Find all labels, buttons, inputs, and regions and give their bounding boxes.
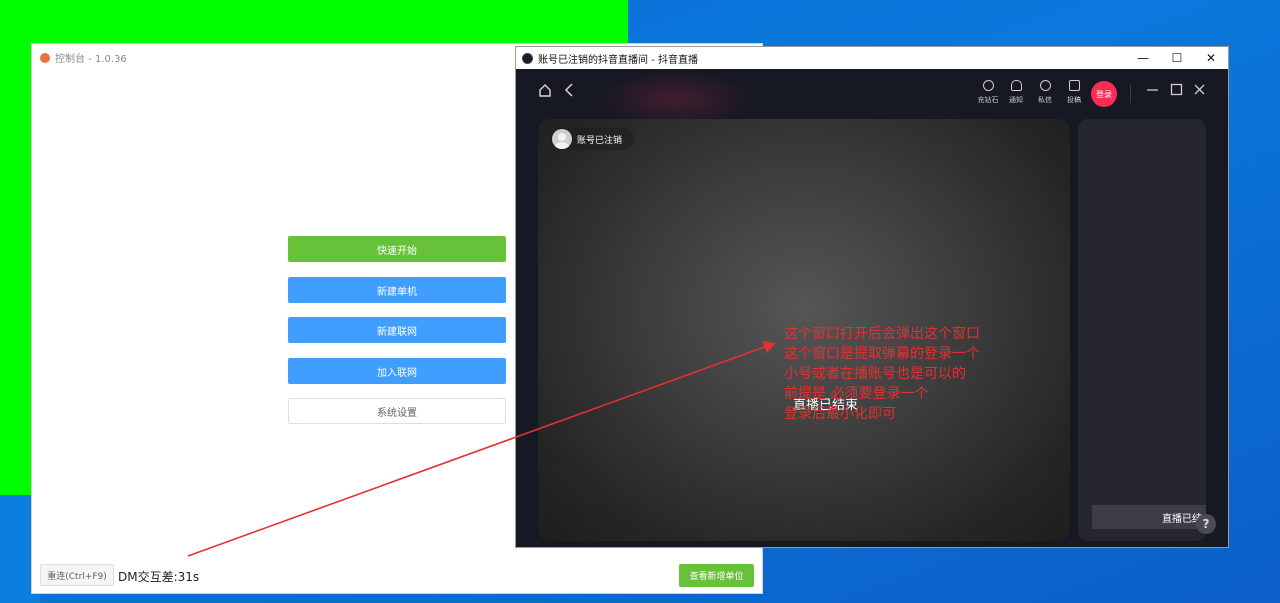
inner-minimize-icon[interactable] <box>1146 83 1159 96</box>
message-label: 私信 <box>1038 96 1052 104</box>
bell-icon <box>1010 80 1022 91</box>
side-ended-banner: 直播已结 <box>1092 505 1206 529</box>
system-settings-button[interactable]: 系统设置 <box>288 398 506 424</box>
annotation-line: 这个窗口打开后会弹出这个窗口 <box>784 326 980 342</box>
console-title-bar: 控制台 - 1.0.36 <box>40 50 127 65</box>
notify-item[interactable]: 通知 <box>1004 80 1028 105</box>
view-new-units-button[interactable]: 查看新增单位 <box>679 564 754 587</box>
console-title: 控制台 - 1.0.36 <box>55 54 127 65</box>
submit-item[interactable]: 投稿 <box>1062 80 1086 105</box>
recharge-diamond-item[interactable]: 充钻石 <box>976 80 1000 105</box>
avatar <box>552 129 572 149</box>
app-logo-icon <box>40 52 50 63</box>
anchor-info[interactable]: 账号已注销 <box>550 128 635 150</box>
close-button[interactable]: ✕ <box>1194 47 1228 69</box>
anchor-name: 账号已注销 <box>577 135 623 146</box>
help-icon[interactable]: ? <box>1196 514 1216 534</box>
side-panel <box>1078 119 1206 541</box>
inner-close-icon[interactable] <box>1193 83 1206 96</box>
annotation-note: 这个窗口打开后会弹出这个窗口 这个窗口是提取弹幕的登录一个 小号或者在播账号也是… <box>784 324 980 424</box>
annotation-line: 前提是 必须要登录一个 <box>784 386 929 402</box>
home-icon[interactable] <box>538 83 552 97</box>
live-title-bar: 账号已注销的抖音直播间 - 抖音直播 <box>516 47 1228 69</box>
dm-status-text: DM交互差:31s <box>118 570 200 584</box>
new-network-button[interactable]: 新建联网 <box>288 317 506 343</box>
annotation-line: 小号或者在播账号也是可以的 <box>784 366 966 382</box>
annotation-line: 这个窗口是提取弹幕的登录一个 <box>784 346 980 362</box>
new-single-button[interactable]: 新建单机 <box>288 277 506 303</box>
quick-start-button[interactable]: 快速开始 <box>288 236 506 262</box>
douyin-logo-icon <box>522 52 533 64</box>
chat-icon <box>1039 80 1051 91</box>
live-window: 账号已注销的抖音直播间 - 抖音直播 — ☐ ✕ 充钻石 通知 私信 投稿 登录… <box>516 47 1228 547</box>
back-icon[interactable] <box>564 83 574 97</box>
join-network-button[interactable]: 加入联网 <box>288 358 506 384</box>
minimize-button[interactable]: — <box>1126 47 1160 69</box>
notify-label: 通知 <box>1009 96 1023 104</box>
live-window-title: 账号已注销的抖音直播间 - 抖音直播 <box>538 54 698 66</box>
submit-label: 投稿 <box>1067 96 1081 104</box>
diamond-icon <box>982 80 994 91</box>
maximize-button[interactable]: ☐ <box>1160 47 1194 69</box>
annotation-line: 登录后最小化即可 <box>784 406 896 422</box>
reconnect-button[interactable]: 重连(Ctrl+F9) <box>40 564 114 586</box>
plus-square-icon <box>1068 80 1080 91</box>
login-button[interactable]: 登录 <box>1091 81 1117 107</box>
header-divider <box>1130 85 1131 103</box>
inner-maximize-icon[interactable] <box>1170 83 1183 96</box>
message-item[interactable]: 私信 <box>1033 80 1057 105</box>
